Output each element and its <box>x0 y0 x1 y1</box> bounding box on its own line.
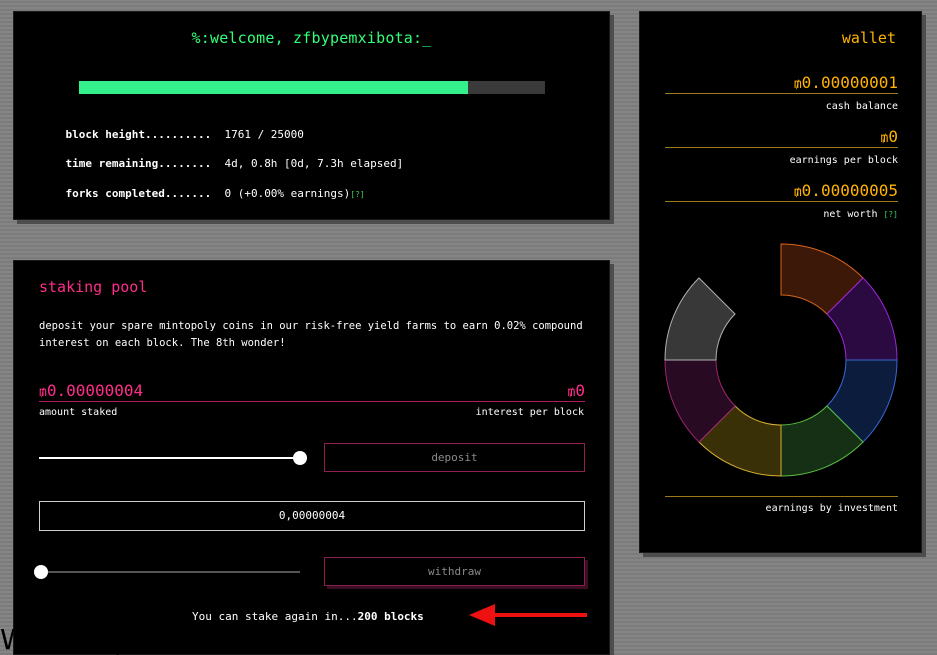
stake-amount-input[interactable]: 0,00000004 <box>39 501 585 531</box>
interest-per-block-value: ₥0 <box>567 381 585 400</box>
stat-value: 0 (+0.00% earnings) <box>224 187 351 200</box>
block-progress-bar <box>79 81 545 94</box>
welcome-title: %:welcome, zfbypemxibota:_ <box>191 29 432 47</box>
amount-staked-label: amount staked <box>39 407 118 418</box>
stat-label: block height.......... <box>65 128 212 141</box>
cash-balance-value: ₥0.00000001 <box>665 73 898 94</box>
stat-forks-completed: forks completed....... 0 (+0.00% earning… <box>39 174 365 213</box>
coin-icon: ₥ <box>793 185 802 200</box>
stat-label: time remaining........ <box>65 157 212 170</box>
forks-help-link[interactable]: [?] <box>350 190 364 199</box>
staking-title: staking pool <box>39 278 148 296</box>
deposit-button[interactable]: deposit <box>324 443 585 472</box>
coin-icon: ₥ <box>793 77 802 92</box>
net-worth-value: ₥0.00000005 <box>665 181 898 202</box>
wallet-title: wallet <box>841 29 896 47</box>
withdraw-amount-slider[interactable] <box>34 564 300 580</box>
slider-thumb[interactable] <box>293 451 307 465</box>
earnings-per-block-label: earnings per block <box>789 155 898 166</box>
staking-panel: staking pool deposit your spare mintopol… <box>13 260 610 655</box>
red-arrow-annotation-icon <box>469 604 587 626</box>
cash-balance-label: cash balance <box>825 101 898 112</box>
overlay-watermark-text: WebHarpina <box>0 625 177 655</box>
net-worth-label: net worth [?] <box>823 209 898 220</box>
wallet-panel: wallet ₥0.00000001 cash balance ₥0 earni… <box>639 11 922 553</box>
net-worth-help-link[interactable]: [?] <box>884 210 898 219</box>
interest-per-block-label: interest per block <box>475 407 584 418</box>
slider-thumb[interactable] <box>34 565 48 579</box>
slider-track <box>34 571 300 573</box>
earnings-donut-chart <box>664 243 898 477</box>
stat-value: 4d, 0.8h [0d, 7.3h elapsed] <box>224 157 404 170</box>
status-panel: %:welcome, zfbypemxibota:_ block height.… <box>13 11 610 220</box>
chart-divider <box>665 496 898 497</box>
earnings-per-block-value: ₥0 <box>665 127 898 148</box>
slider-track <box>39 457 307 459</box>
stat-label: forks completed....... <box>65 187 212 200</box>
deposit-amount-slider[interactable] <box>39 450 307 466</box>
amount-staked-value: ₥0.00000004 <box>39 381 144 400</box>
earnings-by-investment-label: earnings by investment <box>765 503 898 514</box>
staked-amount-row: ₥0.00000004 ₥0 <box>39 380 585 402</box>
withdraw-button[interactable]: withdraw <box>324 557 585 586</box>
block-progress-fill <box>79 81 469 94</box>
coin-icon: ₥ <box>39 385 47 400</box>
donut-slice-7 <box>664 277 736 361</box>
stat-value: 1761 / 25000 <box>224 128 304 141</box>
staking-description: deposit your spare mintopoly coins in ou… <box>39 320 583 349</box>
stake-cooldown-notice: You can stake again in...200 blocks <box>192 610 424 623</box>
